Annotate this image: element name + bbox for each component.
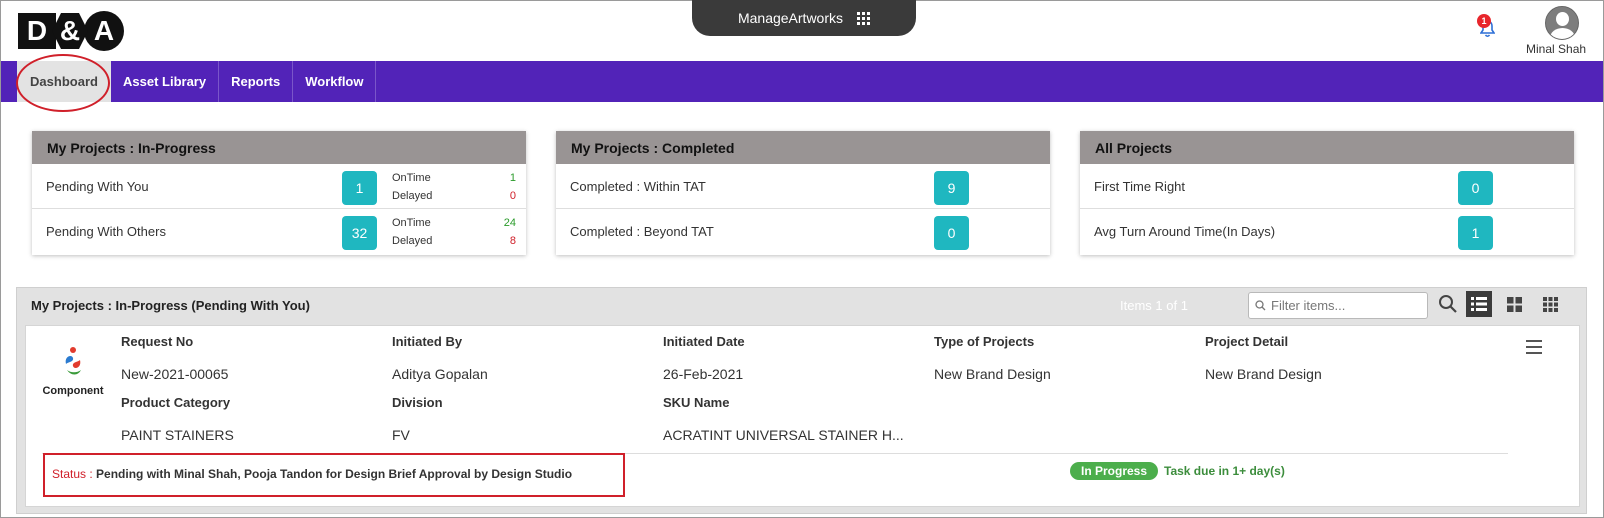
count-badge[interactable]: 0 <box>934 216 969 250</box>
card-title: My Projects : In-Progress <box>32 131 526 164</box>
in-progress-badge: In Progress <box>1070 462 1159 480</box>
division-label: Division <box>392 395 443 410</box>
initiated-by-label: Initiated By <box>392 334 463 349</box>
status-value: Pending with Minal Shah, Pooja Tandon fo… <box>96 467 573 481</box>
row-completed-within-tat[interactable]: Completed : Within TAT 9 <box>556 164 1050 209</box>
notification-button[interactable]: 1 <box>1477 14 1499 40</box>
logo-letter-a: A <box>84 11 124 51</box>
status-highlight-annotation: Status : Pending with Minal Shah, Pooja … <box>43 453 625 497</box>
project-type-label: Type of Projects <box>934 334 1035 349</box>
list-view-button[interactable] <box>1466 291 1492 317</box>
company-logo-text: Component <box>42 385 104 397</box>
delayed-label: Delayed <box>392 190 433 202</box>
apps-grid-icon <box>857 11 871 25</box>
logo-ampersand: & <box>52 13 88 49</box>
status-line: Status : Pending with Minal Shah, Pooja … <box>52 467 572 481</box>
user-avatar[interactable] <box>1545 6 1579 40</box>
initiated-by-value: Aditya Gopalan <box>392 366 488 382</box>
count-badge[interactable]: 0 <box>1458 171 1493 205</box>
ontime-value: 1 <box>509 172 516 184</box>
dashboard-highlight-annotation <box>16 54 110 112</box>
company-logo: Component <box>38 346 108 397</box>
division-value: FV <box>392 427 410 443</box>
grid-view-icon <box>1542 296 1558 312</box>
sku-name-label: SKU Name <box>663 395 730 410</box>
panel-title: My Projects : In-Progress (Pending With … <box>31 298 310 313</box>
delayed-value: 0 <box>509 190 516 202</box>
logo-letter-d: D <box>18 13 56 49</box>
items-count: Items 1 of 1 <box>1120 298 1188 313</box>
project-card[interactable]: Component Request No New-2021-00065 Init… <box>25 325 1580 507</box>
projects-panel: My Projects : In-Progress (Pending With … <box>16 287 1587 514</box>
tile-view-icon <box>1506 296 1522 312</box>
tile-view-button[interactable] <box>1501 291 1527 317</box>
app-switcher-label: ManageArtworks <box>737 10 844 26</box>
notification-count-badge: 1 <box>1477 14 1491 28</box>
row-label: First Time Right <box>1094 179 1186 194</box>
search-icon <box>1439 295 1457 313</box>
initiated-date-label: Initiated Date <box>663 334 745 349</box>
delayed-label: Delayed <box>392 235 433 247</box>
grid-view-button[interactable] <box>1537 291 1563 317</box>
task-due-text: Task due in 1+ day(s) <box>1164 464 1285 478</box>
nav-asset-library[interactable]: Asset Library <box>111 61 220 102</box>
row-pending-with-others[interactable]: Pending With Others 32 OnTime 24 Delayed… <box>32 209 526 254</box>
filter-box[interactable] <box>1248 292 1428 319</box>
row-pending-with-you[interactable]: Pending With You 1 OnTime 1 Delayed 0 <box>32 164 526 209</box>
count-badge[interactable]: 32 <box>342 216 377 250</box>
delayed-value: 8 <box>509 235 516 247</box>
product-category-label: Product Category <box>121 395 231 410</box>
row-first-time-right[interactable]: First Time Right 0 <box>1080 164 1574 209</box>
count-badge[interactable]: 1 <box>1458 216 1493 250</box>
count-badge[interactable]: 1 <box>342 171 377 205</box>
request-no-value[interactable]: New-2021-00065 <box>121 366 228 382</box>
card-in-progress: My Projects : In-Progress Pending With Y… <box>32 131 526 255</box>
project-detail-value: New Brand Design <box>1205 366 1322 382</box>
row-completed-beyond-tat[interactable]: Completed : Beyond TAT 0 <box>556 209 1050 254</box>
hamburger-menu-icon[interactable] <box>1526 340 1542 354</box>
search-small-icon <box>1255 300 1266 311</box>
filter-input[interactable] <box>1271 298 1411 313</box>
product-category-value: PAINT STAINERS <box>121 427 234 443</box>
main-nav: Dashboard Asset Library Reports Workflow <box>1 61 1603 102</box>
request-no-label: Request No <box>121 334 194 349</box>
search-button[interactable] <box>1438 294 1460 316</box>
row-label: Pending With You <box>46 179 149 194</box>
row-label: Pending With Others <box>46 224 166 239</box>
ontime-label: OnTime <box>392 172 431 184</box>
user-name[interactable]: Minal Shah <box>1526 42 1586 56</box>
initiated-date-value: 26-Feb-2021 <box>663 366 744 382</box>
count-badge[interactable]: 9 <box>934 171 969 205</box>
card-title: All Projects <box>1080 131 1574 164</box>
list-view-icon <box>1471 297 1487 311</box>
ontime-label: OnTime <box>392 217 431 229</box>
card-completed: My Projects : Completed Completed : With… <box>556 131 1050 255</box>
nav-reports[interactable]: Reports <box>219 61 294 102</box>
app-switcher[interactable]: ManageArtworks <box>692 0 916 36</box>
row-label: Completed : Within TAT <box>570 179 706 194</box>
sku-name-value: ACRATINT UNIVERSAL STAINER H... <box>663 427 904 443</box>
project-detail-label: Project Detail <box>1205 334 1289 349</box>
row-label: Avg Turn Around Time(In Days) <box>1094 224 1276 239</box>
row-avg-turnaround[interactable]: Avg Turn Around Time(In Days) 1 <box>1080 209 1574 254</box>
company-logo-icon <box>65 347 81 375</box>
project-type-value: New Brand Design <box>934 366 1051 382</box>
brand-logo[interactable]: D & A <box>18 11 124 51</box>
card-all-projects: All Projects First Time Right 0 Avg Turn… <box>1080 131 1574 255</box>
status-label: Status : <box>52 467 93 481</box>
ontime-value: 24 <box>503 217 516 229</box>
row-label: Completed : Beyond TAT <box>570 224 714 239</box>
nav-workflow[interactable]: Workflow <box>293 61 377 102</box>
card-title: My Projects : Completed <box>556 131 1050 164</box>
